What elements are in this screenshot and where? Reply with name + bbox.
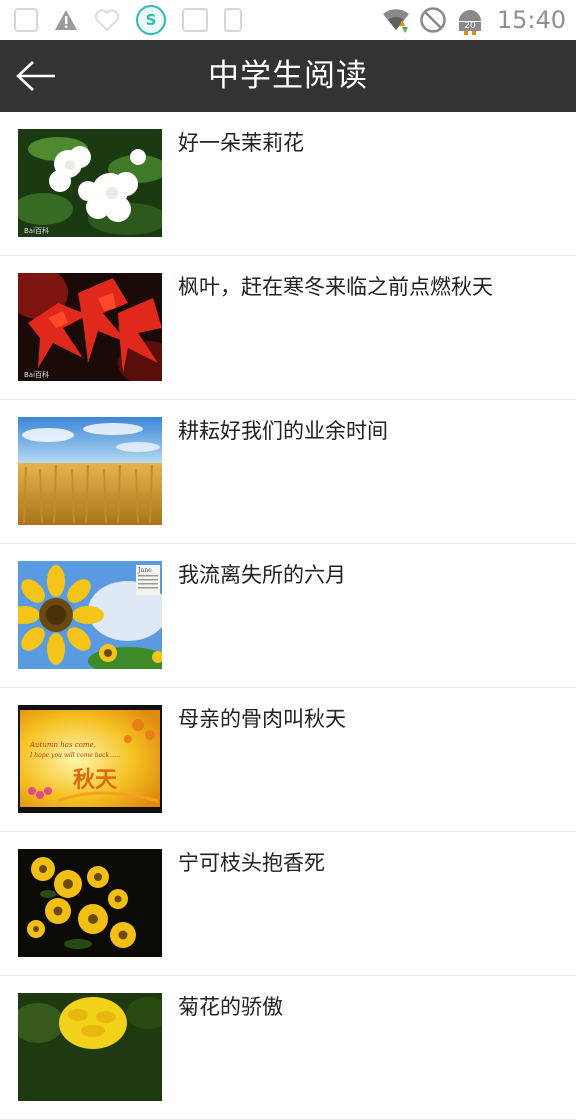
thumbnail-watermark: Bai百科 (24, 370, 49, 379)
page-title: 中学生阅读 (208, 58, 368, 94)
app-bar: 中学生阅读 (0, 40, 576, 112)
article-title: 宁可枝头抱香死 (178, 851, 325, 875)
status-bar-system: 20 15:40 (381, 4, 566, 36)
list-item[interactable]: 菊花的骄傲 (0, 976, 576, 1120)
list-item[interactable]: Bai百科 好一朵茉莉花 (0, 112, 576, 256)
autumn-text-line1: Autumn has come, (29, 741, 96, 749)
do-not-disturb-icon (420, 7, 446, 33)
article-thumbnail: Bai百科 (18, 273, 162, 381)
article-thumbnail (18, 849, 162, 957)
status-bar-notifications: S (14, 5, 242, 35)
list-item[interactable]: Bai百科 枫叶，赶在寒冬来临之前点燃秋天 (0, 256, 576, 400)
list-item[interactable]: 宁可枝头抱香死 (0, 832, 576, 976)
article-title: 母亲的骨肉叫秋天 (178, 707, 346, 731)
list-item[interactable]: 耕耘好我们的业余时间 (0, 400, 576, 544)
android-icon: 20 (458, 10, 481, 35)
status-bar: S 20 15:40 (0, 0, 576, 40)
article-title: 枫叶，赶在寒冬来临之前点燃秋天 (178, 275, 493, 299)
article-thumbnail: Bai百科 (18, 129, 162, 237)
wifi-icon (382, 9, 409, 33)
article-list: Bai百科 好一朵茉莉花 Bai百科 枫叶，赶在寒冬来临之前点燃秋天 耕耘好我们… (0, 112, 576, 1120)
warning-icon (55, 10, 77, 30)
article-title: 耕耘好我们的业余时间 (178, 419, 388, 443)
shield-app-icon: S (136, 5, 166, 35)
status-time: 15:40 (496, 6, 566, 34)
article-thumbnail: June (18, 561, 162, 669)
autumn-text-line2: I hope you will come back...... (29, 752, 121, 759)
image-icon (182, 8, 208, 32)
article-title: 好一朵茉莉花 (178, 131, 304, 155)
autumn-title: 秋天 (73, 768, 118, 793)
sim-icon (224, 8, 242, 32)
list-item[interactable]: June 我流离失所的六月 (0, 544, 576, 688)
article-thumbnail: Autumn has come, I hope you will come ba… (18, 705, 162, 813)
back-button[interactable] (10, 52, 62, 100)
article-thumbnail (18, 993, 162, 1101)
article-thumbnail (18, 417, 162, 525)
arrow-left-icon (16, 61, 55, 91)
list-item[interactable]: Autumn has come, I hope you will come ba… (0, 688, 576, 832)
calendar-month: June (137, 567, 152, 574)
article-title: 菊花的骄傲 (178, 995, 283, 1019)
thumbnail-watermark: Bai百科 (24, 226, 49, 235)
article-title: 我流离失所的六月 (178, 563, 346, 587)
android-badge-count: 20 (464, 21, 476, 31)
notification-icon (14, 8, 38, 32)
heart-icon (94, 9, 120, 32)
